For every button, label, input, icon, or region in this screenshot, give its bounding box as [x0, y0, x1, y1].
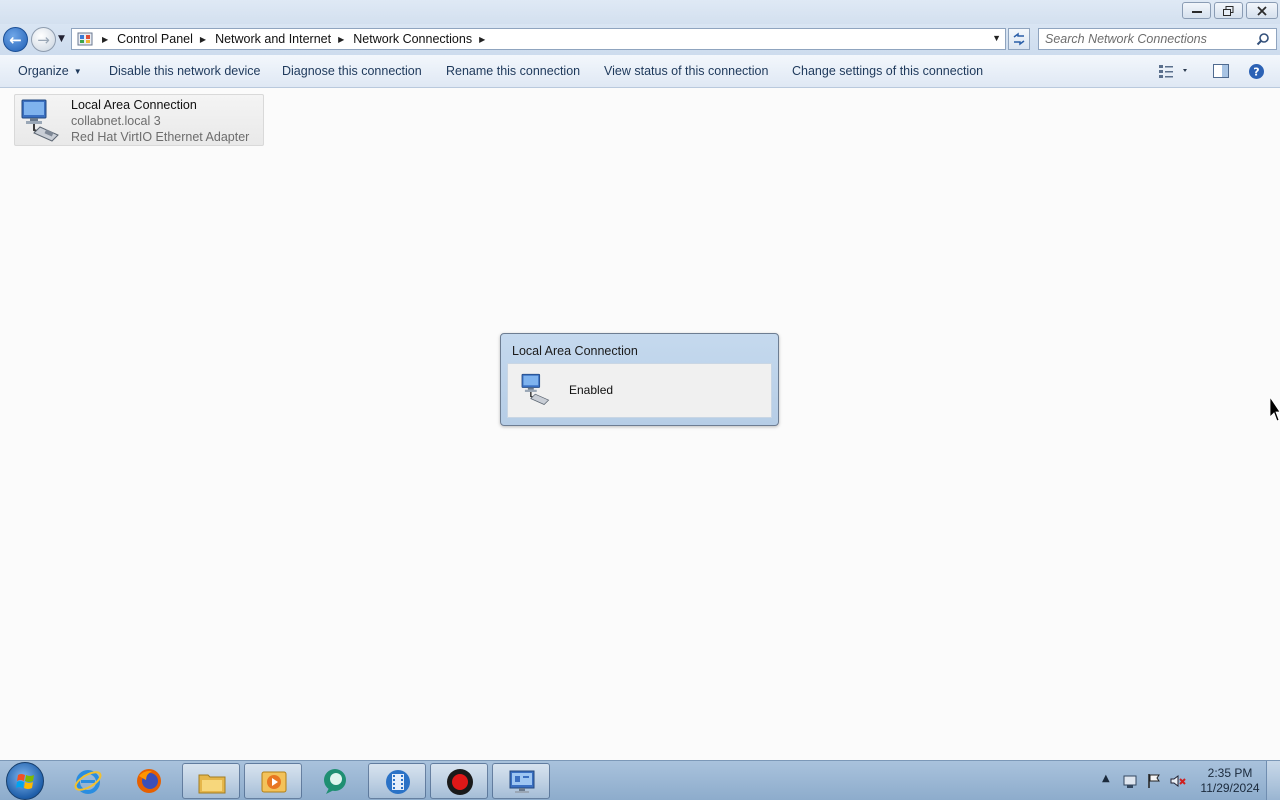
volume-muted-icon[interactable]: [1170, 773, 1186, 789]
forward-arrow-icon: →: [37, 30, 50, 49]
preview-pane-button[interactable]: [1212, 63, 1230, 79]
search-box[interactable]: [1038, 28, 1277, 50]
view-options-icon: [1159, 65, 1187, 78]
internet-explorer-icon: [74, 770, 102, 794]
breadcrumb-separator-icon[interactable]: ▶: [200, 35, 206, 44]
connection-status-popup: Local Area Connection Enabled: [500, 333, 779, 426]
restore-button[interactable]: [1214, 2, 1243, 19]
popup-title: Local Area Connection: [512, 344, 638, 358]
film-icon: [386, 770, 410, 794]
breadcrumb-separator-icon[interactable]: ▶: [479, 35, 485, 44]
connection-adapter: Red Hat VirtIO Ethernet Adapter: [71, 130, 250, 144]
firefox-icon: [137, 769, 161, 793]
breadcrumb-separator-icon[interactable]: ▶: [338, 35, 344, 44]
help-icon: ?: [1249, 64, 1264, 79]
mouse-cursor-icon: [1270, 397, 1280, 422]
breadcrumb-network-connections[interactable]: Network Connections: [353, 32, 472, 46]
record-icon: [447, 769, 473, 795]
diagnose-connection-button[interactable]: Diagnose this connection: [282, 64, 422, 78]
taskbar-file-explorer[interactable]: [182, 763, 240, 799]
restore-icon: [1223, 5, 1234, 16]
help-button[interactable]: ?: [1248, 63, 1266, 79]
clock-time: 2:35 PM: [1207, 766, 1253, 780]
search-icon[interactable]: [1256, 32, 1270, 46]
taskbar-video-editor[interactable]: [368, 763, 426, 799]
minimize-button[interactable]: [1182, 2, 1211, 19]
address-history-dropdown[interactable]: ▼: [992, 33, 1001, 43]
back-arrow-icon: ←: [9, 30, 22, 49]
window-title-bar: [0, 0, 1280, 24]
back-button[interactable]: ←: [3, 27, 28, 52]
refresh-icon: [1013, 32, 1025, 46]
system-clock[interactable]: 2:35 PM 11/29/2024: [1196, 766, 1264, 796]
taskbar-media-player[interactable]: [244, 763, 302, 799]
organize-label: Organize: [18, 64, 69, 78]
taskbar-screen-recorder[interactable]: [430, 763, 488, 799]
change-view-button[interactable]: [1158, 63, 1187, 79]
popup-body: Enabled: [507, 363, 772, 418]
breadcrumb-network-and-internet[interactable]: Network and Internet: [215, 32, 331, 46]
address-bar[interactable]: ▶ Control Panel ▶ Network and Internet ▶…: [71, 28, 1006, 50]
taskbar-firefox[interactable]: [120, 763, 178, 799]
action-center-flag-icon[interactable]: [1146, 773, 1162, 789]
refresh-button[interactable]: [1008, 28, 1030, 50]
clock-date: 11/29/2024: [1200, 781, 1260, 795]
svg-text:?: ?: [1253, 66, 1259, 79]
chevron-down-icon: ▼: [58, 34, 65, 44]
recent-pages-dropdown[interactable]: ▼: [58, 34, 65, 44]
command-bar: Organize ▼ Disable this network device Di…: [0, 55, 1280, 88]
breadcrumb-control-panel[interactable]: Control Panel: [117, 32, 193, 46]
view-status-button[interactable]: View status of this connection: [604, 64, 768, 78]
windows-logo-icon: [16, 774, 34, 789]
connection-network: collabnet.local 3: [71, 114, 161, 128]
folder-icon: [198, 774, 226, 794]
connection-name: Local Area Connection: [71, 98, 197, 112]
taskbar-internet-explorer[interactable]: [59, 763, 117, 799]
close-button[interactable]: [1246, 2, 1278, 19]
show-desktop-button[interactable]: [1266, 761, 1280, 800]
safely-remove-hardware-icon[interactable]: [1122, 773, 1138, 789]
search-input[interactable]: [1045, 31, 1250, 47]
rename-connection-button[interactable]: Rename this connection: [446, 64, 580, 78]
chevron-down-icon: ▼: [73, 67, 82, 76]
chat-bubble-icon: [324, 769, 346, 794]
preview-pane-icon: [1213, 64, 1229, 78]
media-player-icon: [261, 771, 287, 793]
close-icon: [1257, 5, 1267, 16]
taskbar-control-panel[interactable]: [492, 763, 550, 799]
navigation-bar: ← → ▼ ▶ Control Panel ▶ Network and Inte…: [0, 24, 1280, 55]
start-button[interactable]: [6, 762, 44, 800]
network-adapter-icon: [21, 99, 59, 142]
minimize-icon: [1191, 10, 1202, 13]
taskbar: ▲ 2:35 PM 11/29/2024: [0, 760, 1280, 800]
breadcrumb-separator-icon[interactable]: ▶: [102, 35, 108, 44]
connection-item[interactable]: Local Area Connection collabnet.local 3 …: [14, 94, 264, 146]
show-hidden-icons-button[interactable]: ▲: [1102, 773, 1118, 789]
change-settings-button[interactable]: Change settings of this connection: [792, 64, 983, 78]
taskbar-chat-app[interactable]: [306, 763, 364, 799]
popup-status: Enabled: [569, 383, 614, 397]
network-adapter-icon: [521, 373, 550, 405]
organize-menu-button[interactable]: Organize ▼: [18, 64, 82, 78]
disable-network-device-button[interactable]: Disable this network device: [109, 64, 260, 78]
control-panel-icon: [75, 31, 95, 47]
forward-button[interactable]: →: [31, 27, 56, 52]
network-connections-icon: [509, 770, 535, 793]
